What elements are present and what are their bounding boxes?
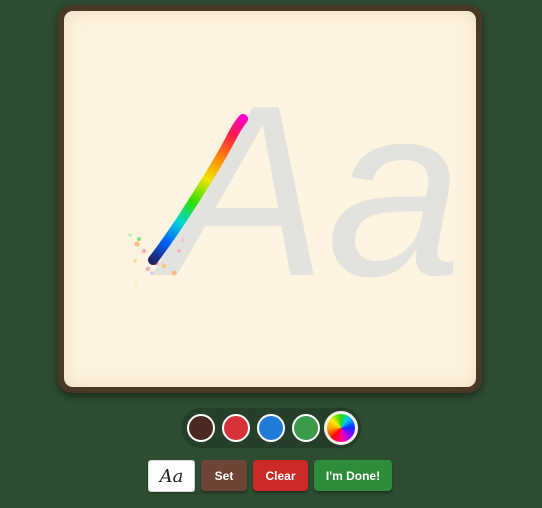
canvas-drawing-layer: Aa <box>128 54 462 327</box>
color-swatch-brown[interactable] <box>187 414 215 442</box>
drawing-canvas[interactable]: Aa <box>64 11 476 387</box>
color-swatch-blue[interactable] <box>257 414 285 442</box>
color-palette <box>181 408 361 448</box>
done-button[interactable]: I'm Done! <box>314 460 392 491</box>
drawing-board-frame: Aa <box>58 5 482 393</box>
set-button[interactable]: Set <box>201 460 247 491</box>
color-swatch-red[interactable] <box>222 414 250 442</box>
clear-button[interactable]: Clear <box>253 460 308 491</box>
guide-toggle-button[interactable]: Aa <box>148 460 195 492</box>
color-swatch-green[interactable] <box>292 414 320 442</box>
color-swatch-rainbow[interactable] <box>324 411 358 445</box>
